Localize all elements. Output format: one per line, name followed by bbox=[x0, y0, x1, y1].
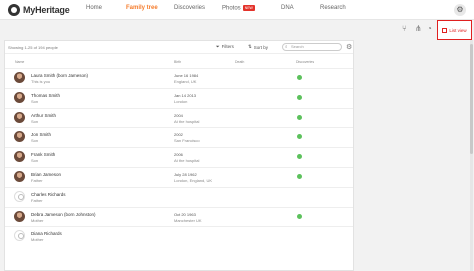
family-view-icon[interactable]: ⑂ bbox=[402, 24, 407, 33]
avatar[interactable] bbox=[14, 151, 25, 163]
column-header-name[interactable]: Name bbox=[15, 60, 24, 64]
birth-date: July 28 1962 bbox=[174, 172, 197, 177]
table-row[interactable]: Thomas Smith Son Jan 14 2013 London bbox=[5, 87, 353, 107]
discovery-indicator-icon[interactable] bbox=[297, 154, 302, 160]
person-relation: Son bbox=[31, 158, 39, 164]
birth-place: London, England, UK bbox=[174, 178, 213, 183]
birth-date: Jan 14 2013 bbox=[174, 92, 197, 98]
discovery-indicator-icon[interactable] bbox=[297, 213, 302, 219]
discovery-indicator-icon[interactable] bbox=[297, 75, 302, 80]
search-input[interactable]: ⌕ Search bbox=[282, 43, 342, 51]
logo-text: MyHeritage bbox=[23, 5, 70, 15]
sort-icon: ⇅ bbox=[248, 44, 252, 49]
discovery-indicator-icon[interactable] bbox=[297, 94, 302, 100]
nav-discoveries[interactable]: Discoveries bbox=[174, 5, 205, 11]
avatar-placeholder-icon[interactable] bbox=[14, 230, 25, 242]
logo-icon bbox=[8, 4, 20, 16]
person-relation: Father bbox=[31, 197, 43, 203]
table-row[interactable]: Charles Richards Father bbox=[5, 186, 353, 206]
pedigree-view-icon[interactable]: ⋔ bbox=[415, 24, 422, 33]
discovery-indicator-icon[interactable] bbox=[297, 134, 302, 140]
avatar[interactable] bbox=[14, 210, 25, 222]
table-row[interactable]: Jon Smith Son 2002 San Francisco bbox=[5, 127, 353, 146]
person-name[interactable]: Brian Jameson bbox=[31, 172, 61, 177]
birth-place: London bbox=[174, 98, 188, 104]
birth-date: 2002 bbox=[174, 132, 183, 138]
nav-home[interactable]: Home bbox=[86, 5, 102, 11]
avatar-placeholder-icon[interactable] bbox=[14, 190, 25, 202]
nav-photos-label: Photos bbox=[222, 5, 241, 12]
table-row[interactable]: Debra Jameson (born Johnston) Mother Oct 2… bbox=[5, 206, 353, 226]
list-header: Showing 1-25 of 194 people ⏷ Filters ⇅ Sor… bbox=[5, 41, 353, 54]
person-relation: Mother bbox=[31, 217, 44, 223]
list-settings-icon[interactable]: ⚙ bbox=[346, 43, 352, 51]
person-relation: Father bbox=[31, 178, 43, 183]
search-icon: ⌕ bbox=[285, 44, 288, 49]
birth-place: At the hospital bbox=[174, 118, 200, 124]
person-name[interactable]: Frank Smith bbox=[31, 152, 55, 157]
birth-date: 2004 bbox=[174, 112, 183, 118]
column-header-birth[interactable]: Birth bbox=[174, 60, 181, 64]
person-relation: Mother bbox=[31, 237, 44, 243]
list-view-label: List view bbox=[449, 27, 467, 33]
person-name[interactable]: Jon Smith bbox=[31, 132, 51, 137]
nav-family-tree[interactable]: Family tree bbox=[126, 5, 158, 11]
avatar[interactable] bbox=[14, 131, 25, 143]
table-row[interactable]: Diana Richards Mother bbox=[5, 226, 353, 245]
person-name[interactable]: Diana Richards bbox=[31, 231, 62, 236]
nav-photos[interactable]: Photos NEW bbox=[222, 5, 255, 12]
nav-research[interactable]: Research bbox=[320, 5, 346, 11]
table-row[interactable]: Brian Jameson Father July 28 1962 London, E… bbox=[5, 167, 353, 186]
search-placeholder: Search bbox=[291, 44, 304, 49]
person-name[interactable]: Arthur Smith bbox=[31, 113, 56, 118]
settings-gear-icon[interactable]: ⚙ bbox=[454, 4, 466, 16]
list-view-button[interactable]: List view bbox=[437, 20, 472, 40]
person-name[interactable]: Charles Richards bbox=[31, 192, 66, 197]
birth-date: June 16 1984 bbox=[174, 73, 199, 78]
fan-view-icon[interactable]: ◔ bbox=[427, 24, 432, 33]
top-navigation: MyHeritage Home Family tree Discoveries … bbox=[0, 0, 474, 20]
person-name[interactable]: Laura Smith (born Jameson) bbox=[31, 73, 88, 78]
filters-button[interactable]: ⏷ Filters bbox=[216, 44, 234, 49]
discovery-indicator-icon[interactable] bbox=[297, 114, 302, 120]
person-name[interactable]: Thomas Smith bbox=[31, 93, 60, 98]
people-count: Showing 1-25 of 194 people bbox=[8, 45, 58, 50]
nav-dna[interactable]: DNA bbox=[281, 5, 294, 11]
new-badge: NEW bbox=[242, 5, 255, 11]
avatar[interactable] bbox=[14, 111, 25, 123]
birth-place: Manchester UK bbox=[174, 217, 202, 223]
discovery-indicator-icon[interactable] bbox=[297, 174, 302, 179]
sort-label: Sort by bbox=[253, 44, 269, 50]
list-view-icon bbox=[442, 27, 448, 33]
filter-icon: ⏷ bbox=[216, 44, 220, 49]
person-relation: Son bbox=[31, 138, 39, 144]
scrollbar-thumb[interactable] bbox=[470, 44, 473, 154]
person-relation: Son bbox=[31, 98, 39, 104]
person-name[interactable]: Debra Jameson (born Johnston) bbox=[31, 212, 96, 217]
table-row[interactable]: Frank Smith Son 2006 At the hospital bbox=[5, 147, 353, 166]
myheritage-logo[interactable]: MyHeritage bbox=[8, 3, 70, 17]
birth-date: Oct 20 1963 bbox=[174, 211, 196, 217]
table-row[interactable]: Laura Smith (born Jameson) This is you Jun… bbox=[5, 68, 353, 87]
person-relation: This is you bbox=[31, 79, 51, 84]
avatar[interactable] bbox=[14, 91, 25, 103]
column-header-discoveries[interactable]: Discoveries bbox=[296, 60, 314, 64]
table-row[interactable]: Arthur Smith Son 2004 At the hospital bbox=[5, 107, 353, 127]
birth-place: At the hospital bbox=[174, 158, 200, 164]
filters-label: Filters bbox=[221, 44, 234, 49]
people-list-panel: Showing 1-25 of 194 people ⏷ Filters ⇅ Sor… bbox=[4, 40, 354, 271]
birth-date: 2006 bbox=[174, 152, 183, 158]
birth-place: England, UK bbox=[174, 79, 197, 84]
sort-button[interactable]: ⇅ Sort by bbox=[248, 44, 268, 50]
person-relation: Son bbox=[31, 118, 39, 124]
avatar[interactable] bbox=[14, 72, 25, 83]
birth-place: San Francisco bbox=[174, 138, 200, 144]
column-header-death[interactable]: Death bbox=[235, 60, 244, 64]
avatar[interactable] bbox=[14, 171, 25, 182]
